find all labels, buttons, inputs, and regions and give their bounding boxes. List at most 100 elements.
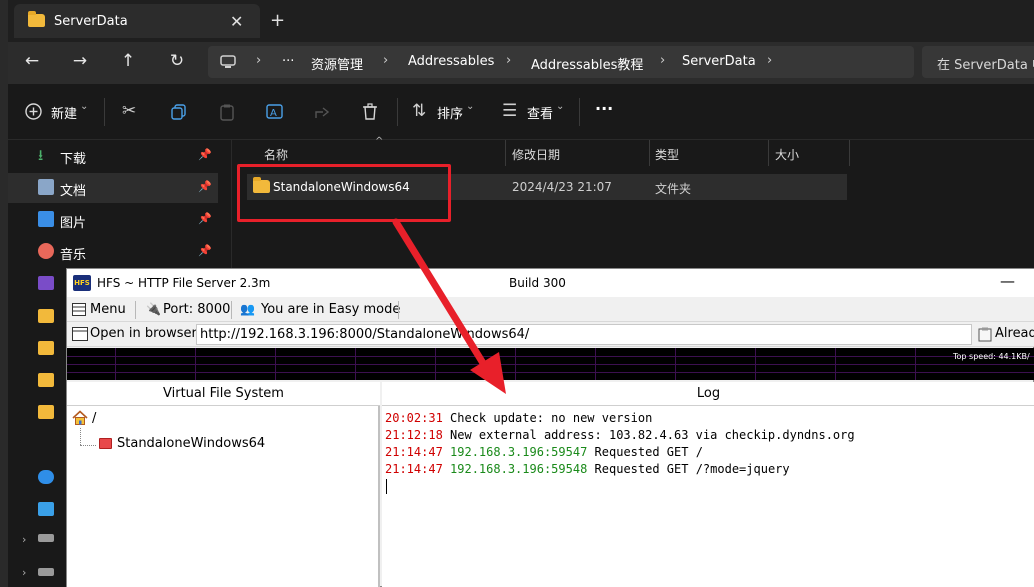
- log-message: Requested GET /?mode=jquery: [594, 462, 790, 476]
- log-entry[interactable]: 21:14:47 192.168.3.196:59547 Requested G…: [385, 445, 703, 459]
- graph-gridline: [67, 356, 1034, 357]
- folder-icon: [38, 373, 54, 387]
- port-plug-icon: 🔌: [146, 302, 161, 316]
- up-arrow-icon[interactable]: ↑: [116, 51, 140, 71]
- browser-icon: [72, 327, 88, 341]
- refresh-icon[interactable]: ↻: [165, 51, 189, 71]
- mode-button[interactable]: You are in Easy mode: [261, 302, 400, 317]
- close-tab-icon[interactable]: ✕: [230, 12, 243, 31]
- column-header-date[interactable]: 修改日期: [512, 146, 560, 163]
- log-address: 192.168.3.196:59548: [450, 462, 588, 476]
- toolbar-divider: [104, 98, 105, 126]
- tab-serverdata[interactable]: ServerData ✕: [14, 4, 260, 38]
- address-bar[interactable]: › ··· 资源管理 › Addressables › Addressables…: [208, 46, 914, 78]
- log-entry[interactable]: 20:02:31 Check update: no new version: [385, 411, 652, 425]
- sidebar-item-music[interactable]: 音乐 📌: [8, 237, 218, 267]
- file-type: 文件夹: [655, 182, 692, 196]
- port-button[interactable]: Port: 8000: [163, 302, 230, 317]
- top-speed-label: Top speed: 44.1KB/: [953, 352, 1030, 361]
- graph-gridline: [275, 348, 276, 380]
- menu-divider: [231, 301, 232, 319]
- sidebar-item-documents[interactable]: 文档 📌: [8, 173, 218, 203]
- annotation-highlight-box: [237, 164, 451, 222]
- url-text: http://192.168.3.196:8000/StandaloneWind…: [200, 327, 530, 342]
- delete-icon[interactable]: [362, 103, 378, 120]
- log-entry[interactable]: 21:12:18 New external address: 103.82.4.…: [385, 428, 855, 442]
- breadcrumb-item[interactable]: Addressables: [408, 54, 494, 69]
- hfs-logo-icon: HFS: [73, 275, 91, 291]
- chevron-right-icon[interactable]: ›: [22, 566, 26, 579]
- virtual-file-system-panel: Virtual File System / StandaloneWindows6…: [67, 382, 380, 587]
- vfs-folder-node[interactable]: StandaloneWindows64: [117, 436, 265, 451]
- url-field[interactable]: http://192.168.3.196:8000/StandaloneWind…: [196, 324, 972, 345]
- new-tab-button[interactable]: +: [270, 10, 285, 31]
- folder-icon: [99, 438, 112, 449]
- rename-icon[interactable]: A: [266, 103, 283, 120]
- breadcrumb-separator-icon: ›: [767, 53, 773, 68]
- hfs-title-bar: HFS HFS ~ HTTP File Server 2.3m Build 30…: [67, 269, 1034, 297]
- graph-gridline: [755, 348, 756, 380]
- column-divider: [649, 140, 650, 166]
- chevron-right-icon[interactable]: ›: [22, 533, 26, 546]
- breadcrumb-more[interactable]: ···: [282, 54, 294, 69]
- users-icon: 👥: [240, 302, 255, 316]
- toolbar-divider: [579, 98, 580, 126]
- tab-title: ServerData: [54, 14, 128, 29]
- breadcrumb-separator-icon: ›: [256, 53, 262, 68]
- cut-icon[interactable]: ✂: [122, 101, 136, 121]
- forward-arrow-icon[interactable]: →: [68, 51, 92, 71]
- computer-icon: [220, 55, 236, 68]
- svg-text:A: A: [270, 108, 277, 119]
- column-header-type[interactable]: 类型: [655, 146, 679, 163]
- log-entry[interactable]: 21:14:47 192.168.3.196:59548 Requested G…: [385, 462, 790, 476]
- hfs-menu-bar: Menu 🔌 Port: 8000 👥 You are in Easy mode: [67, 297, 1034, 322]
- menu-divider: [135, 301, 136, 319]
- search-placeholder: 在 ServerData 中: [937, 58, 1034, 73]
- back-arrow-icon[interactable]: ←: [20, 51, 44, 71]
- minimize-button[interactable]: —: [1000, 272, 1015, 290]
- sort-button[interactable]: 排序: [437, 103, 463, 122]
- tree-connector: [80, 445, 96, 446]
- breadcrumb-separator-icon: ›: [506, 53, 512, 68]
- vfs-root-node[interactable]: /: [92, 411, 96, 426]
- open-in-browser-button[interactable]: Open in browser: [90, 326, 197, 341]
- hfs-build-label: Build 300: [509, 276, 566, 290]
- sidebar-item-pictures[interactable]: 图片 📌: [8, 205, 218, 235]
- breadcrumb-item[interactable]: Addressables教程: [531, 54, 643, 73]
- chevron-down-icon: ⌄: [466, 101, 475, 112]
- share-icon[interactable]: [314, 104, 330, 120]
- sidebar-item-label: 文档: [60, 184, 87, 199]
- menu-button[interactable]: Menu: [90, 302, 126, 317]
- drive-icon: [38, 534, 54, 542]
- this-pc-icon: [38, 502, 54, 516]
- breadcrumb-item[interactable]: ServerData: [682, 54, 756, 69]
- hfs-url-bar: Open in browser http://192.168.3.196:800…: [67, 322, 1034, 347]
- view-list-icon: ☰: [502, 101, 518, 121]
- paste-icon[interactable]: [220, 104, 234, 121]
- view-button[interactable]: 查看: [527, 103, 553, 122]
- column-header-size[interactable]: 大小: [775, 146, 799, 163]
- log-header: Log: [382, 382, 1034, 406]
- pin-icon: 📌: [198, 244, 212, 257]
- copy-icon[interactable]: [171, 104, 187, 120]
- breadcrumb-item[interactable]: 资源管理: [311, 54, 363, 73]
- explorer-command-bar: 新建 ⌄ ✂ A ⇅ 排序 ⌄ ☰ 查看 ⌄ ···: [8, 84, 1034, 140]
- column-divider: [768, 140, 769, 166]
- new-button[interactable]: 新建: [51, 103, 77, 122]
- graph-gridline: [595, 348, 596, 380]
- toolbar-divider: [397, 98, 398, 126]
- sort-ascending-icon: ^: [375, 136, 384, 147]
- column-header-name[interactable]: 名称: [264, 146, 288, 163]
- search-input[interactable]: 在 ServerData 中: [922, 46, 1034, 78]
- background-window-strip: [0, 0, 8, 587]
- folder-icon: [38, 341, 54, 355]
- more-options-button[interactable]: ···: [595, 99, 613, 118]
- graph-gridline: [195, 348, 196, 380]
- already-copied-label[interactable]: Already: [995, 326, 1034, 341]
- sidebar-item-downloads[interactable]: ⭳ 下载 📌: [8, 141, 218, 171]
- log-message: New external address: 103.82.4.63 via ch…: [450, 428, 855, 442]
- speed-graph: Top speed: 44.1KB/: [67, 348, 1034, 380]
- clipboard-icon: [978, 327, 992, 342]
- breadcrumb-separator-icon: ›: [383, 53, 389, 68]
- tree-connector: [80, 428, 81, 445]
